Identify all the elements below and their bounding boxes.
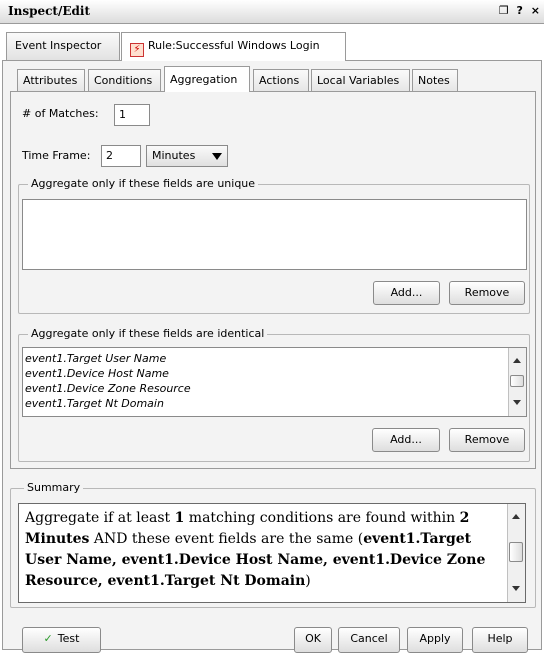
help-button[interactable]: Help bbox=[472, 627, 528, 653]
scroll-up-icon[interactable] bbox=[512, 514, 520, 519]
tab-notes[interactable]: Notes bbox=[412, 69, 458, 91]
scroll-down-icon[interactable] bbox=[512, 586, 520, 591]
summary-text: Aggregate if at least 1 matching conditi… bbox=[25, 510, 486, 589]
tab-aggregation[interactable]: Aggregation bbox=[164, 66, 250, 92]
tab-actions[interactable]: Actions bbox=[253, 69, 309, 91]
summary-scrollbar[interactable] bbox=[507, 504, 525, 602]
unique-group-title: Aggregate only if these fields are uniqu… bbox=[28, 177, 259, 190]
tab-rule-successful-windows-login[interactable]: ⚡ Rule:Successful Windows Login bbox=[121, 32, 346, 61]
list-item[interactable]: event1.Target Nt Domain bbox=[23, 396, 526, 411]
list-item[interactable]: event1.Target User Name bbox=[23, 351, 526, 366]
tab-local-variables[interactable]: Local Variables bbox=[311, 69, 410, 91]
identical-list-scrollbar[interactable] bbox=[508, 348, 526, 416]
identical-group-title: Aggregate only if these fields are ident… bbox=[28, 327, 268, 340]
identical-fields-list[interactable]: event1.Target User Name event1.Device Ho… bbox=[22, 347, 527, 417]
unique-add-button[interactable]: Add... bbox=[373, 281, 440, 305]
window-title: Inspect/Edit bbox=[8, 4, 90, 18]
unique-remove-button[interactable]: Remove bbox=[449, 281, 525, 305]
list-item[interactable]: event1.Device Zone Resource bbox=[23, 381, 526, 396]
chevron-down-icon bbox=[212, 153, 222, 160]
timeframe-label: Time Frame: bbox=[22, 149, 91, 162]
list-item[interactable]: event1.Device Host Name bbox=[23, 366, 526, 381]
window-controls: ❐ ? × bbox=[495, 4, 540, 17]
summary-title: Summary bbox=[24, 481, 84, 494]
matches-input[interactable]: 1 bbox=[114, 104, 150, 126]
scroll-thumb[interactable] bbox=[510, 375, 524, 387]
timeframe-unit-value: Minutes bbox=[152, 149, 196, 162]
timeframe-input[interactable]: 2 bbox=[101, 145, 141, 167]
identical-add-button[interactable]: Add... bbox=[372, 428, 440, 452]
scroll-down-icon[interactable] bbox=[513, 400, 521, 405]
scroll-thumb[interactable] bbox=[509, 542, 523, 562]
test-button[interactable]: ✓ Test bbox=[22, 627, 101, 653]
ok-button[interactable]: OK bbox=[294, 627, 332, 653]
cancel-button[interactable]: Cancel bbox=[338, 627, 400, 653]
close-icon[interactable]: × bbox=[531, 4, 540, 17]
checkmark-icon: ✓ bbox=[43, 632, 53, 645]
matches-label: # of Matches: bbox=[22, 107, 99, 120]
title-bar: Inspect/Edit ❐ ? × bbox=[0, 0, 544, 24]
summary-text-area[interactable]: Aggregate if at least 1 matching conditi… bbox=[18, 503, 526, 603]
tab-conditions[interactable]: Conditions bbox=[88, 69, 161, 91]
unique-fields-list[interactable] bbox=[22, 199, 527, 270]
scroll-up-icon[interactable] bbox=[513, 358, 521, 363]
tab-attributes[interactable]: Attributes bbox=[17, 69, 85, 91]
apply-button[interactable]: Apply bbox=[407, 627, 463, 653]
restore-icon[interactable]: ❐ bbox=[499, 4, 509, 17]
timeframe-unit-dropdown[interactable]: Minutes bbox=[146, 145, 228, 167]
help-icon[interactable]: ? bbox=[517, 4, 523, 17]
identical-remove-button[interactable]: Remove bbox=[449, 428, 525, 452]
tab-event-inspector[interactable]: Event Inspector bbox=[6, 32, 120, 60]
warning-icon: ⚡ bbox=[130, 43, 144, 57]
